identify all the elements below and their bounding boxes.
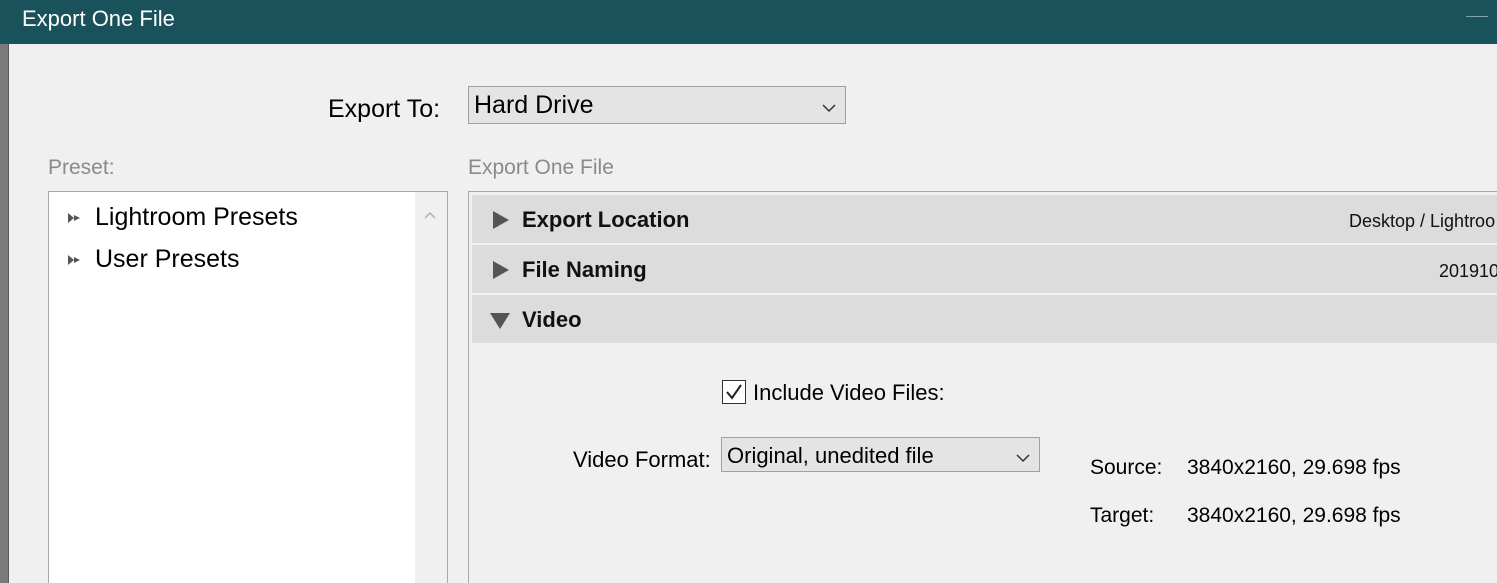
minimize-icon[interactable] [1466, 16, 1488, 17]
title-bar[interactable]: Export One File [0, 0, 1497, 44]
export-to-label: Export To: [328, 95, 441, 123]
chevron-down-icon [822, 100, 836, 118]
preset-folder-user[interactable]: User Presets [67, 244, 397, 274]
video-format-dropdown[interactable]: Original, unedited file [721, 437, 1040, 472]
expand-arrow-icon[interactable] [67, 253, 81, 271]
source-value: 3840x2160, 29.698 fps [1187, 456, 1401, 479]
section-title: File Naming [522, 257, 647, 282]
preset-label: Preset: [48, 156, 115, 179]
target-label: Target: [1090, 504, 1155, 527]
include-video-checkbox[interactable] [722, 380, 746, 404]
scroll-up-icon[interactable] [424, 206, 436, 224]
section-video[interactable]: Video [472, 295, 1497, 343]
preset-folder-label: User Presets [95, 245, 240, 273]
section-summary: 201910 [1439, 261, 1497, 281]
video-format-label: Video Format: [573, 447, 711, 472]
triangle-down-icon [489, 312, 511, 335]
video-format-value: Original, unedited file [727, 443, 934, 468]
window-title: Export One File [22, 6, 175, 31]
window-left-edge [0, 44, 8, 583]
panel-label: Export One File [468, 156, 614, 179]
window-left-edge-line [8, 44, 9, 583]
section-title: Export Location [522, 207, 690, 232]
expand-arrow-icon[interactable] [67, 211, 81, 229]
chevron-down-icon [1016, 450, 1030, 468]
preset-folder-label: Lightroom Presets [95, 203, 298, 231]
section-file-naming[interactable]: File Naming 201910 [472, 245, 1497, 293]
export-to-dropdown[interactable]: Hard Drive [468, 86, 846, 124]
source-label: Source: [1090, 456, 1163, 479]
section-export-location[interactable]: Export Location Desktop / Lightroo [472, 195, 1497, 243]
triangle-right-icon [492, 260, 510, 285]
section-summary: Desktop / Lightroo [1349, 211, 1496, 231]
export-dialog: Export One File Export To: Hard Drive Pr… [0, 0, 1497, 583]
preset-folder-lightroom[interactable]: Lightroom Presets [67, 202, 397, 232]
include-video-label: Include Video Files: [753, 380, 945, 405]
preset-scrollbar[interactable] [415, 192, 447, 583]
target-value: 3840x2160, 29.698 fps [1187, 504, 1401, 527]
preset-list[interactable]: Lightroom Presets User Presets [48, 191, 448, 583]
triangle-right-icon [492, 210, 510, 235]
section-title: Video [522, 307, 582, 332]
export-to-value: Hard Drive [474, 91, 594, 119]
